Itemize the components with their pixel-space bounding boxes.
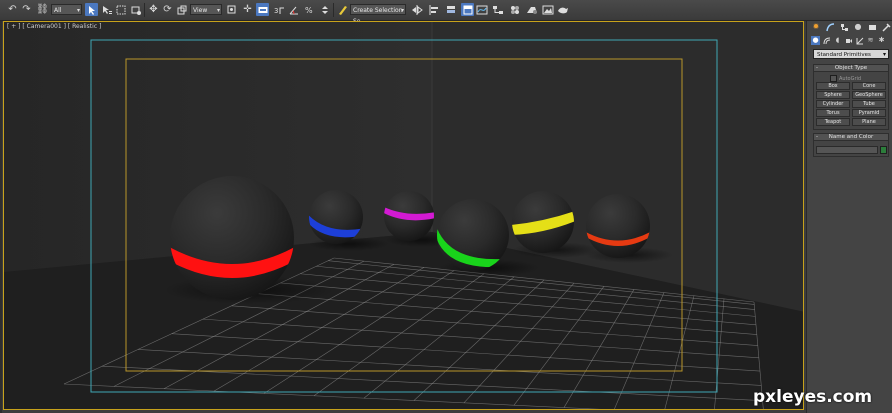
scale-icon[interactable]	[175, 3, 188, 16]
mirror-icon[interactable]	[410, 3, 423, 16]
object-type-title: Object Type	[834, 65, 868, 71]
space-warps-icon[interactable]: ≋	[866, 36, 875, 45]
collapse-icon: -	[816, 65, 818, 71]
checkbox-icon	[830, 75, 837, 82]
name-and-color-rollout-header[interactable]: - Name and Color	[813, 133, 889, 141]
pxleyes-watermark: pxleyes.com	[753, 387, 873, 407]
torus-button[interactable]: Torus	[816, 109, 850, 117]
command-panel: ✹ ● ● ◖ ≋ ✱ Standard Primitives ▾ - Obje…	[806, 21, 892, 413]
name-and-color-rollout	[813, 141, 889, 157]
object-type-rollout: AutoGrid Box Cone Sphere GeoSphere Cylin…	[813, 72, 889, 130]
snap-3d-icon[interactable]: 3	[273, 3, 286, 16]
selection-filter-value: All	[54, 7, 62, 14]
geometry-icon[interactable]: ●	[811, 36, 820, 45]
object-name-field[interactable]	[816, 146, 878, 154]
link-icon[interactable]: ⛓	[36, 3, 49, 16]
toggle-ribbon-icon[interactable]	[461, 3, 474, 16]
spinner-snap-icon[interactable]	[318, 3, 331, 16]
align-icon[interactable]	[427, 3, 440, 16]
autogrid-label: AutoGrid	[839, 75, 862, 82]
camera-viewport[interactable]: [ + ] [ Camera001 ] [ Realistic ]	[3, 21, 804, 410]
viewport-label[interactable]: [ + ] [ Camera001 ] [ Realistic ]	[7, 23, 101, 30]
pyramid-button[interactable]: Pyramid	[852, 109, 886, 117]
pivot-icon[interactable]	[225, 3, 238, 16]
hierarchy-tab-icon[interactable]	[839, 22, 849, 32]
helpers-icon[interactable]	[855, 36, 864, 45]
window-crossing-icon[interactable]	[129, 3, 142, 16]
redo-icon[interactable]: ↷	[20, 3, 33, 16]
cone-button[interactable]: Cone	[852, 82, 886, 90]
chevron-down-icon: ▾	[400, 7, 404, 14]
display-tab-icon[interactable]	[867, 22, 877, 32]
layer-explorer-icon[interactable]	[444, 3, 457, 16]
select-manipulate-icon[interactable]: ✛	[241, 3, 254, 16]
geosphere-button[interactable]: GeoSphere	[852, 91, 886, 99]
schematic-view-icon[interactable]	[491, 3, 504, 16]
move-icon[interactable]: ✥	[147, 3, 160, 16]
select-by-name-icon[interactable]	[100, 3, 113, 16]
modify-tab-icon[interactable]	[825, 22, 835, 32]
chevron-down-icon: ▾	[216, 7, 220, 14]
box-button[interactable]: Box	[816, 82, 850, 90]
motion-tab-icon[interactable]: ●	[853, 22, 863, 32]
angle-snap-icon[interactable]	[287, 3, 300, 16]
teapot-button[interactable]: Teapot	[816, 118, 850, 126]
primitive-category-dropdown[interactable]: Standard Primitives ▾	[813, 49, 889, 59]
selection-filter-dropdown[interactable]: All ▾	[51, 4, 82, 15]
rotate-icon[interactable]: ⟳	[161, 3, 174, 16]
autogrid-checkbox[interactable]: AutoGrid	[830, 75, 861, 82]
curve-editor-icon[interactable]	[475, 3, 488, 16]
command-panel-tabs: ✹ ●	[810, 21, 891, 33]
left-strip	[0, 21, 2, 413]
primitive-category-value: Standard Primitives	[817, 52, 871, 58]
percent-snap-icon[interactable]: %	[303, 3, 316, 16]
main-toolbar: ↶ ↷ ⛓ All ▾ ✥ ⟳ View ▾ ✛ 3 % Create Sele…	[0, 0, 892, 25]
named-selection-dropdown[interactable]: Create Selection Se ▾	[350, 4, 406, 25]
material-editor-icon[interactable]	[508, 3, 521, 16]
render-setup-icon[interactable]	[525, 3, 538, 16]
cameras-icon[interactable]	[844, 36, 853, 45]
object-type-rollout-header[interactable]: - Object Type	[813, 64, 889, 72]
chevron-down-icon: ▾	[882, 51, 886, 58]
select-object-icon[interactable]	[85, 3, 98, 16]
create-subcategory-tabs: ● ◖ ≋ ✱	[810, 36, 890, 46]
shapes-icon[interactable]	[822, 36, 831, 45]
rendered-frame-icon[interactable]	[541, 3, 554, 16]
create-tab-icon[interactable]: ✹	[811, 22, 821, 32]
plane-button[interactable]: Plane	[852, 118, 886, 126]
name-and-color-title: Name and Color	[828, 134, 874, 140]
tube-button[interactable]: Tube	[852, 100, 886, 108]
lights-icon[interactable]: ◖	[833, 36, 842, 45]
chevron-down-icon: ▾	[76, 7, 80, 14]
systems-icon[interactable]: ✱	[877, 36, 886, 45]
object-color-swatch[interactable]	[880, 146, 887, 154]
utilities-tab-icon[interactable]	[881, 22, 891, 32]
reference-coord-value: View	[193, 7, 208, 14]
svg-text:3: 3	[274, 7, 278, 15]
rect-region-icon[interactable]	[114, 3, 127, 16]
undo-icon[interactable]: ↶	[6, 3, 19, 16]
edit-named-sets-icon[interactable]	[336, 3, 349, 16]
viewport-scene	[4, 22, 803, 409]
keyboard-shortcut-icon[interactable]	[256, 3, 269, 16]
cylinder-button[interactable]: Cylinder	[816, 100, 850, 108]
collapse-icon: -	[816, 134, 818, 140]
sphere-button[interactable]: Sphere	[816, 91, 850, 99]
svg-text:%: %	[305, 6, 313, 15]
render-production-icon[interactable]	[556, 3, 569, 16]
reference-coord-dropdown[interactable]: View ▾	[190, 4, 222, 15]
